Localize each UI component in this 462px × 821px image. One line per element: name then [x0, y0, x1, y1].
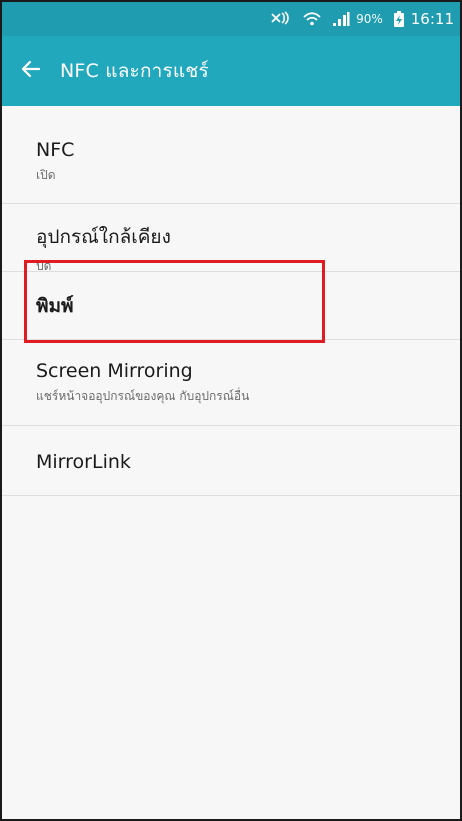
- app-bar: NFC และการแชร์: [2, 36, 460, 106]
- page-title: NFC และการแชร์: [60, 60, 209, 82]
- setting-label: อุปกรณ์ใกล้เคียง: [36, 226, 171, 248]
- setting-print[interactable]: พิมพ์: [2, 272, 460, 340]
- back-button[interactable]: [2, 36, 60, 106]
- clock: 16:11: [410, 10, 454, 28]
- battery-percent: 90%: [356, 12, 383, 26]
- settings-list: NFC เปิด อุปกรณ์ใกล้เคียง ปิด พิมพ์ Scre…: [2, 106, 460, 496]
- setting-status: เปิด: [36, 168, 56, 182]
- mute-icon: [270, 11, 292, 27]
- signal-icon: [332, 11, 350, 27]
- setting-label: MirrorLink: [36, 451, 131, 473]
- setting-label: NFC: [36, 139, 75, 161]
- setting-mirrorlink[interactable]: MirrorLink: [2, 426, 460, 496]
- setting-description: แชร์หน้าจออุปกรณ์ของคุณ กับอุปกรณ์อื่น: [36, 389, 250, 403]
- setting-label: พิมพ์: [36, 295, 74, 317]
- status-bar: 90% 16:11: [2, 2, 460, 36]
- setting-screen-mirroring[interactable]: Screen Mirroring แชร์หน้าจออุปกรณ์ของคุณ…: [2, 340, 460, 426]
- phone-screen: 90% 16:11 NFC และการแชร์ NFC เปิด อุปกรณ…: [0, 0, 462, 821]
- setting-nfc[interactable]: NFC เปิด: [2, 106, 460, 204]
- arrow-left-icon: [21, 60, 41, 82]
- setting-nearby-devices[interactable]: อุปกรณ์ใกล้เคียง ปิด: [2, 204, 460, 273]
- wifi-icon: [302, 11, 322, 27]
- setting-label: Screen Mirroring: [36, 360, 193, 382]
- battery-charging-icon: [393, 10, 405, 28]
